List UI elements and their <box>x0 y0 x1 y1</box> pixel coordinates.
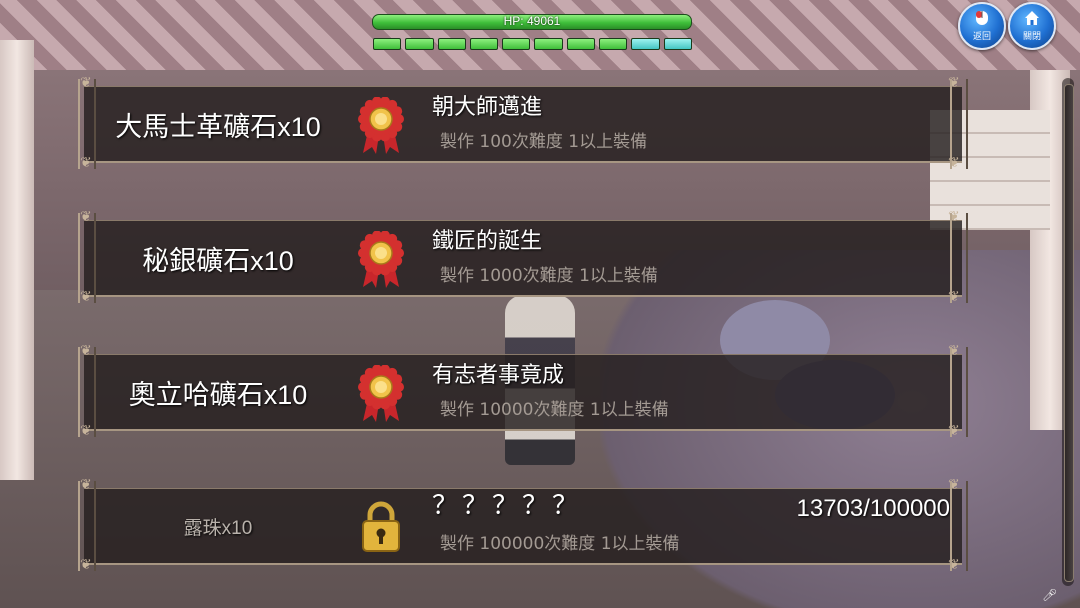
achievement-title: 有志者事竟成 <box>432 363 565 388</box>
stamina-segment <box>599 38 628 50</box>
medal-icon <box>358 96 404 155</box>
hp-bar: HP: 49061 <box>372 14 692 30</box>
achievement-description: 製作 100000次難度 1以上裝備 <box>440 534 680 554</box>
reward-label: 大馬士革礦石x10 <box>115 111 321 142</box>
home-icon <box>1024 10 1040 29</box>
achievement-description: 製作 100次難度 1以上裝備 <box>440 132 648 152</box>
achievement-description: 製作 1000次難度 1以上裝備 <box>440 266 658 286</box>
stamina-segments <box>372 38 692 50</box>
stamina-segment <box>663 38 692 50</box>
close-button[interactable]: 關閉 <box>1008 2 1056 50</box>
medal-icon <box>358 230 404 289</box>
achievement-row[interactable]: ❦ ❦ ❦ ❦ 露珠x10 ？？？？？ 製作 100000次難度 1以上裝備 137… <box>78 478 968 572</box>
stamina-segment <box>373 38 402 50</box>
mic-icon: 🎤︎ <box>1042 588 1058 602</box>
achievement-description: 製作 10000次難度 1以上裝備 <box>440 400 669 420</box>
status-icons: 🎤︎ <box>1042 588 1057 602</box>
stamina-segment <box>405 38 434 50</box>
achievement-title: 朝大師邁進 <box>432 95 543 120</box>
achievement-title: 鐵匠的誕生 <box>432 229 543 254</box>
stamina-segment <box>566 38 596 50</box>
stamina-segment <box>502 38 531 50</box>
reward-label: 露珠x10 <box>183 517 253 539</box>
hp-text: HP: 49061 <box>503 14 561 28</box>
scrollbar[interactable] <box>1062 78 1074 586</box>
close-button-label: 關閉 <box>1022 32 1041 42</box>
reward-label: 奧立哈礦石x10 <box>128 379 308 410</box>
achievement-row[interactable]: ❦ ❦ ❦ ❦ 奧立哈礦石x10 有志者事竟成 製作 10000次難度 1以上裝備 <box>78 344 968 438</box>
back-button-label: 返回 <box>972 32 991 42</box>
mouse-icon <box>975 10 989 29</box>
stamina-segment <box>534 38 563 50</box>
pillar-left <box>0 40 34 480</box>
medal-icon <box>358 364 404 423</box>
achievement-title: ？？？？？ <box>432 491 583 521</box>
achievement-row[interactable]: ❦ ❦ ❦ ❦ 大馬士革礦石x10 朝大師邁進 製作 100次難度 1以上裝備 <box>78 76 968 170</box>
back-button[interactable]: 返回 <box>958 2 1006 50</box>
reward-label: 秘銀礦石x10 <box>142 245 294 276</box>
hp-hud: HP: 49061 <box>372 14 692 50</box>
stamina-segment <box>469 38 499 50</box>
achievement-progress: 13703/100000 <box>796 495 951 522</box>
stamina-segment <box>631 38 660 50</box>
scroll-thumb[interactable] <box>1064 84 1074 582</box>
achievement-row[interactable]: ❦ ❦ ❦ ❦ 秘銀礦石x10 鐵匠的誕生 製作 1000次難度 1以上裝備 <box>78 210 968 304</box>
stamina-segment <box>437 38 466 50</box>
lock-icon <box>358 499 404 557</box>
